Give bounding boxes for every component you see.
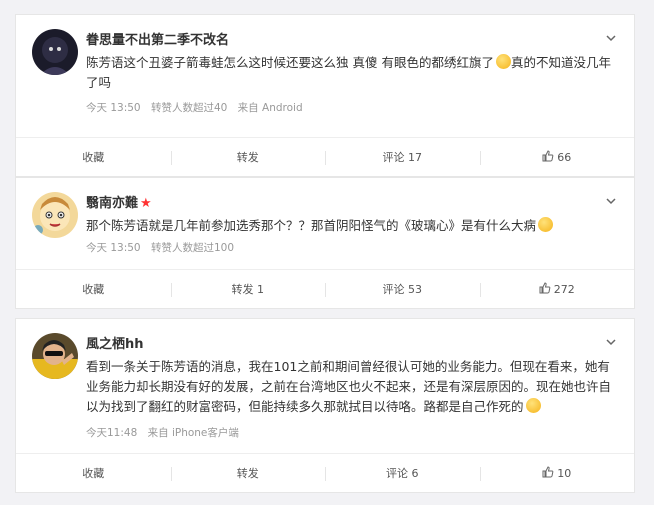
avatar[interactable] bbox=[32, 192, 78, 238]
crying-emoji-icon bbox=[495, 54, 511, 69]
repost-count-note: 转赞人数超过100 bbox=[150, 242, 234, 254]
thumbs-up-icon bbox=[542, 150, 554, 162]
comment-text: 那个陈芳语就是几年前参加选秀那个？？那首阴阳怪气的《玻璃心》是有什么大病 bbox=[86, 216, 621, 236]
comment-card: 翳南亦難 ★ 那个陈芳语就是几年前参加选秀那个？？那首阴阳怪气的《玻璃心》是有什么… bbox=[15, 177, 635, 309]
chevron-down-icon[interactable] bbox=[604, 335, 618, 349]
source[interactable]: 来自 iPhone客户端 bbox=[148, 427, 239, 439]
like-count: 66 bbox=[557, 151, 572, 164]
username[interactable]: 翳南亦難 ★ bbox=[86, 192, 152, 211]
repost-count-note: 转赞人数超过40 bbox=[150, 102, 228, 114]
comment-button[interactable]: 评论 17 bbox=[325, 138, 480, 178]
like-button[interactable]: 66 bbox=[479, 138, 635, 178]
action-bar: 收藏 转发 评论 17 66 bbox=[16, 137, 634, 178]
repost-button[interactable]: 转发 bbox=[170, 454, 326, 494]
repost-button[interactable]: 转发 bbox=[170, 138, 326, 178]
username[interactable]: 眷思量不出第二季不改名 bbox=[86, 29, 229, 48]
like-count: 10 bbox=[557, 467, 572, 480]
comment-meta: 今天 13:50 转赞人数超过40 来自 Android bbox=[86, 100, 310, 115]
avatar[interactable] bbox=[32, 333, 78, 379]
collect-button[interactable]: 收藏 bbox=[16, 270, 171, 310]
username[interactable]: 風之栖hh bbox=[86, 333, 144, 352]
chevron-down-icon[interactable] bbox=[604, 194, 618, 208]
comment-meta: 今天 13:50 转赞人数超过100 bbox=[86, 240, 241, 255]
repost-button[interactable]: 转发 1 bbox=[170, 270, 326, 310]
timestamp: 今天11:48 bbox=[86, 427, 138, 439]
action-bar: 收藏 转发 1 评论 53 272 bbox=[16, 269, 634, 310]
like-button[interactable]: 272 bbox=[479, 270, 635, 310]
comment-button[interactable]: 评论 6 bbox=[325, 454, 480, 494]
action-bar: 收藏 转发 评论 6 10 bbox=[16, 453, 634, 494]
thumbs-up-icon bbox=[542, 466, 554, 478]
comment-card: 風之栖hh 看到一条关于陈芳语的消息，我在101之前和期间曾经很认可她的业务能力… bbox=[15, 318, 635, 493]
source[interactable]: 来自 Android bbox=[238, 102, 303, 114]
chevron-down-icon[interactable] bbox=[604, 31, 618, 45]
comment-meta: 今天11:48 来自 iPhone客户端 bbox=[86, 425, 246, 440]
surprised-emoji-icon bbox=[538, 217, 554, 232]
like-count: 272 bbox=[553, 283, 575, 296]
comment-card: 眷思量不出第二季不改名 陈芳语这个丑婆子箭毒蛙怎么这时候还要这么独 真傻 有眼色… bbox=[15, 14, 635, 177]
comment-text: 陈芳语这个丑婆子箭毒蛙怎么这时候还要这么独 真傻 有眼色的都绣红旗了 真的不知道没… bbox=[86, 54, 611, 90]
comment-text: 看到一条关于陈芳语的消息，我在101之前和期间曾经很认可她的业务能力。但现在看来… bbox=[86, 359, 612, 414]
star-icon: ★ bbox=[140, 196, 152, 211]
smiling-emoji-icon bbox=[525, 398, 541, 413]
thumbs-up-icon bbox=[539, 282, 551, 294]
collect-button[interactable]: 收藏 bbox=[16, 138, 171, 178]
like-button[interactable]: 10 bbox=[479, 454, 635, 494]
collect-button[interactable]: 收藏 bbox=[16, 454, 171, 494]
timestamp: 今天 13:50 bbox=[86, 242, 141, 254]
timestamp: 今天 13:50 bbox=[86, 102, 141, 114]
comment-button[interactable]: 评论 53 bbox=[325, 270, 480, 310]
avatar[interactable] bbox=[32, 29, 78, 75]
